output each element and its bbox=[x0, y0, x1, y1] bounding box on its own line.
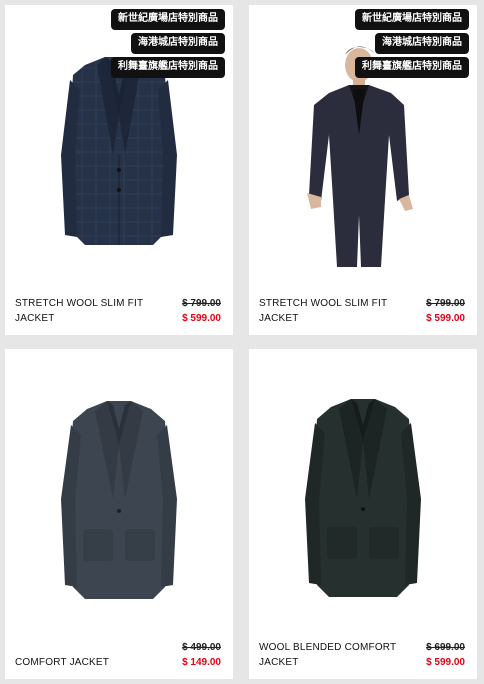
product-card[interactable]: 新世紀廣場店特別商品 海港城店特別商品 利舞臺旗艦店特別商品 STRETCH W… bbox=[5, 5, 233, 335]
sale-price: $ 149.00 bbox=[182, 657, 221, 668]
store-badge: 新世紀廣場店特別商品 bbox=[111, 9, 225, 30]
product-card[interactable]: COMFORT JACKET $ 499.00 $ 149.00 bbox=[5, 349, 233, 679]
product-image[interactable] bbox=[5, 349, 233, 619]
product-card[interactable]: WOOL BLENDED COMFORT JACKET $ 699.00 $ 5… bbox=[249, 349, 477, 679]
product-image[interactable] bbox=[249, 349, 477, 619]
price-block: $ 799.00 $ 599.00 bbox=[182, 296, 221, 326]
original-price: $ 799.00 bbox=[426, 298, 465, 309]
store-badges: 新世紀廣場店特別商品 海港城店特別商品 利舞臺旗艦店特別商品 bbox=[355, 9, 469, 78]
product-name[interactable]: COMFORT JACKET bbox=[15, 655, 165, 670]
price-block: $ 499.00 $ 149.00 bbox=[182, 640, 221, 670]
sale-price: $ 599.00 bbox=[426, 657, 465, 668]
original-price: $ 499.00 bbox=[182, 642, 221, 653]
product-name[interactable]: STRETCH WOOL SLIM FIT JACKET bbox=[15, 296, 165, 326]
original-price: $ 799.00 bbox=[182, 298, 221, 309]
price-block: $ 799.00 $ 599.00 bbox=[426, 296, 465, 326]
store-badge: 海港城店特別商品 bbox=[131, 33, 225, 54]
product-name[interactable]: STRETCH WOOL SLIM FIT JACKET bbox=[259, 296, 409, 326]
product-card[interactable]: 新世紀廣場店特別商品 海港城店特別商品 利舞臺旗艦店特別商品 STRETCH W… bbox=[249, 5, 477, 335]
original-price: $ 699.00 bbox=[426, 642, 465, 653]
store-badge: 新世紀廣場店特別商品 bbox=[355, 9, 469, 30]
grey-comfort-jacket-icon bbox=[61, 401, 177, 599]
dark-wool-jacket-icon bbox=[305, 399, 421, 597]
store-badge: 利舞臺旗艦店特別商品 bbox=[355, 57, 469, 78]
store-badge: 海港城店特別商品 bbox=[375, 33, 469, 54]
store-badge: 利舞臺旗艦店特別商品 bbox=[111, 57, 225, 78]
sale-price: $ 599.00 bbox=[182, 313, 221, 324]
price-block: $ 699.00 $ 599.00 bbox=[426, 640, 465, 670]
store-badges: 新世紀廣場店特別商品 海港城店特別商品 利舞臺旗艦店特別商品 bbox=[111, 9, 225, 78]
sale-price: $ 599.00 bbox=[426, 313, 465, 324]
product-name[interactable]: WOOL BLENDED COMFORT JACKET bbox=[259, 640, 409, 670]
